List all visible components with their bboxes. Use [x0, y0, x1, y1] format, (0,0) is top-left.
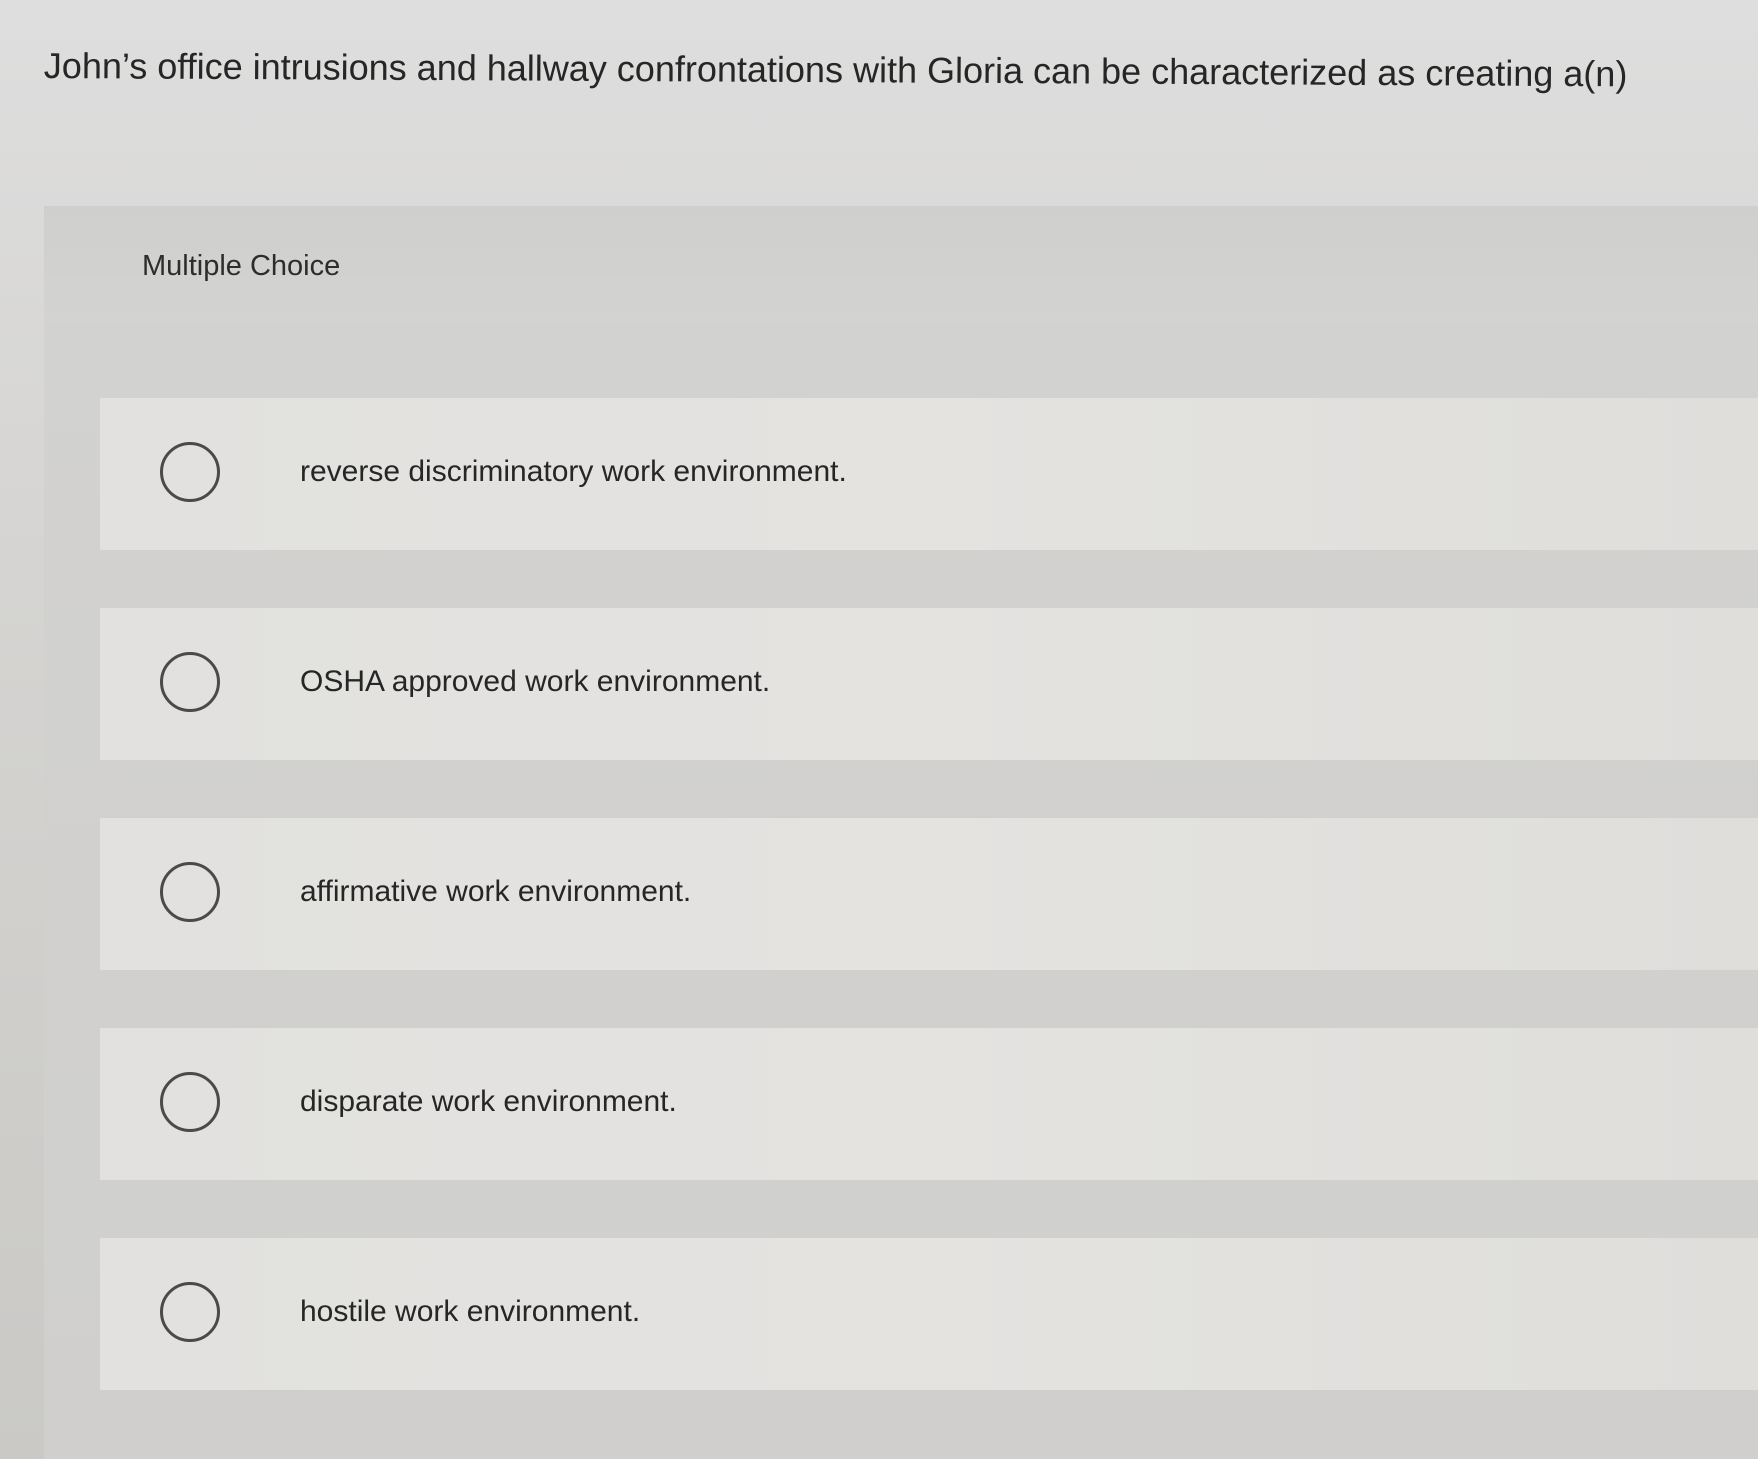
radio-button-icon[interactable]	[160, 1072, 220, 1132]
multiple-choice-header: Multiple Choice	[44, 206, 1758, 324]
radio-button-icon[interactable]	[160, 442, 220, 502]
answer-option-label: hostile work environment.	[300, 1295, 641, 1328]
answer-option-label: affirmative work environment.	[300, 875, 692, 908]
answer-option-2[interactable]: OSHA approved work environment.	[100, 608, 1758, 760]
answer-option-label: reverse discriminatory work environment.	[300, 455, 847, 488]
answer-option-label: disparate work environment.	[300, 1085, 677, 1118]
answer-options: reverse discriminatory work environment.…	[100, 398, 1758, 1390]
multiple-choice-label: Multiple Choice	[142, 250, 341, 282]
question-text: John’s office intrusions and hallway con…	[43, 44, 1628, 95]
radio-button-icon[interactable]	[160, 1282, 220, 1342]
answer-option-3[interactable]: affirmative work environment.	[100, 818, 1758, 970]
answer-option-1[interactable]: reverse discriminatory work environment.	[100, 398, 1758, 550]
radio-button-icon[interactable]	[160, 862, 220, 922]
multiple-choice-panel: Multiple Choice reverse discriminatory w…	[44, 206, 1758, 1459]
radio-button-icon[interactable]	[160, 652, 220, 712]
answer-option-5[interactable]: hostile work environment.	[100, 1238, 1758, 1390]
answer-option-label: OSHA approved work environment.	[300, 665, 771, 698]
answer-option-4[interactable]: disparate work environment.	[100, 1028, 1758, 1180]
